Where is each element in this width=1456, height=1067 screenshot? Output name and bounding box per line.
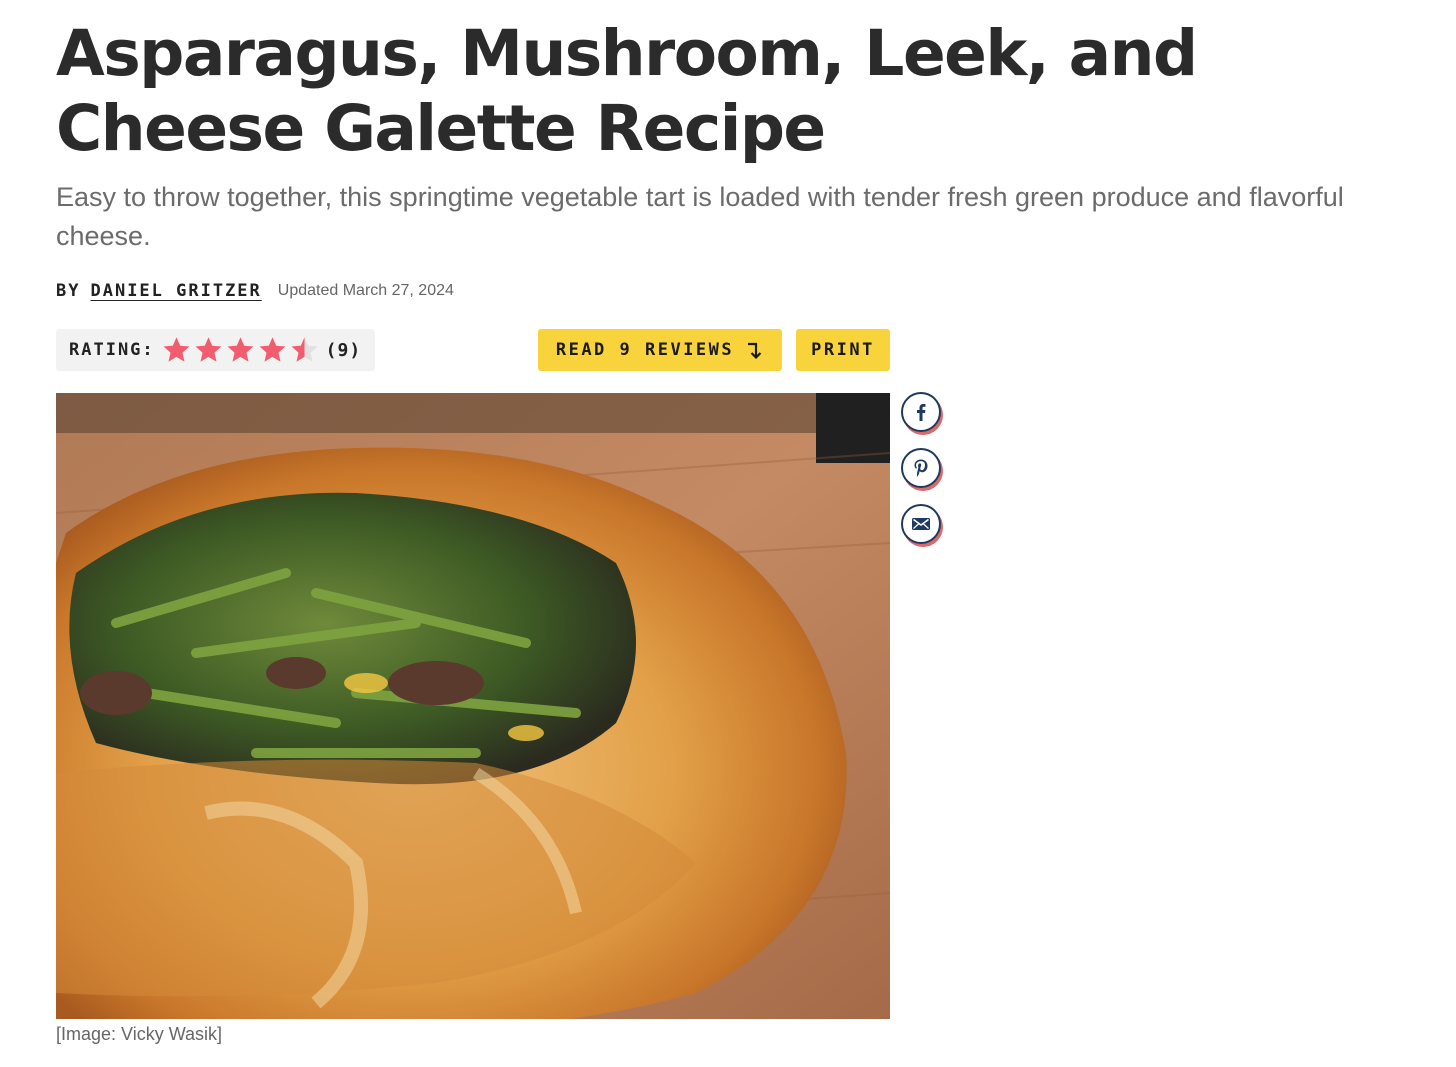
rating-count: (9): [325, 339, 362, 361]
facebook-icon: [917, 404, 926, 421]
image-caption: [Image: Vicky Wasik]: [56, 1024, 223, 1044]
author-link[interactable]: DANIEL GRITZER: [90, 281, 261, 301]
star-icon: [195, 336, 222, 362]
read-reviews-label: READ 9 REVIEWS: [555, 340, 735, 360]
pinterest-share-button[interactable]: [901, 448, 945, 492]
star-icon: [291, 336, 318, 362]
facebook-share-button[interactable]: [901, 392, 945, 436]
page-title: Asparagus, Mushroom, Leek, and Cheese Ga…: [56, 17, 1198, 165]
byline: BY DANIEL GRITZER Updated March 27, 2024: [56, 279, 454, 303]
star-rating: [161, 335, 321, 366]
byline-label: BY: [56, 281, 81, 301]
star-icon: [163, 336, 190, 362]
print-button[interactable]: PRINT: [796, 329, 890, 371]
star-icon: [227, 336, 254, 362]
read-reviews-button[interactable]: READ 9 REVIEWS: [538, 329, 782, 371]
email-share-button[interactable]: [901, 504, 945, 548]
email-icon: [912, 518, 930, 530]
rating-label: RATING:: [69, 340, 155, 360]
article-subtitle: Easy to throw together, this springtime …: [56, 182, 1344, 251]
recipe-hero-image: [56, 393, 890, 1019]
galette-photo: [56, 393, 890, 1019]
star-icon: [259, 336, 286, 362]
pinterest-icon: [914, 459, 928, 477]
arrow-down-turn-icon: [748, 342, 762, 360]
rating-box[interactable]: RATING: (9): [56, 329, 375, 371]
updated-date: Updated March 27, 2024: [277, 282, 454, 299]
